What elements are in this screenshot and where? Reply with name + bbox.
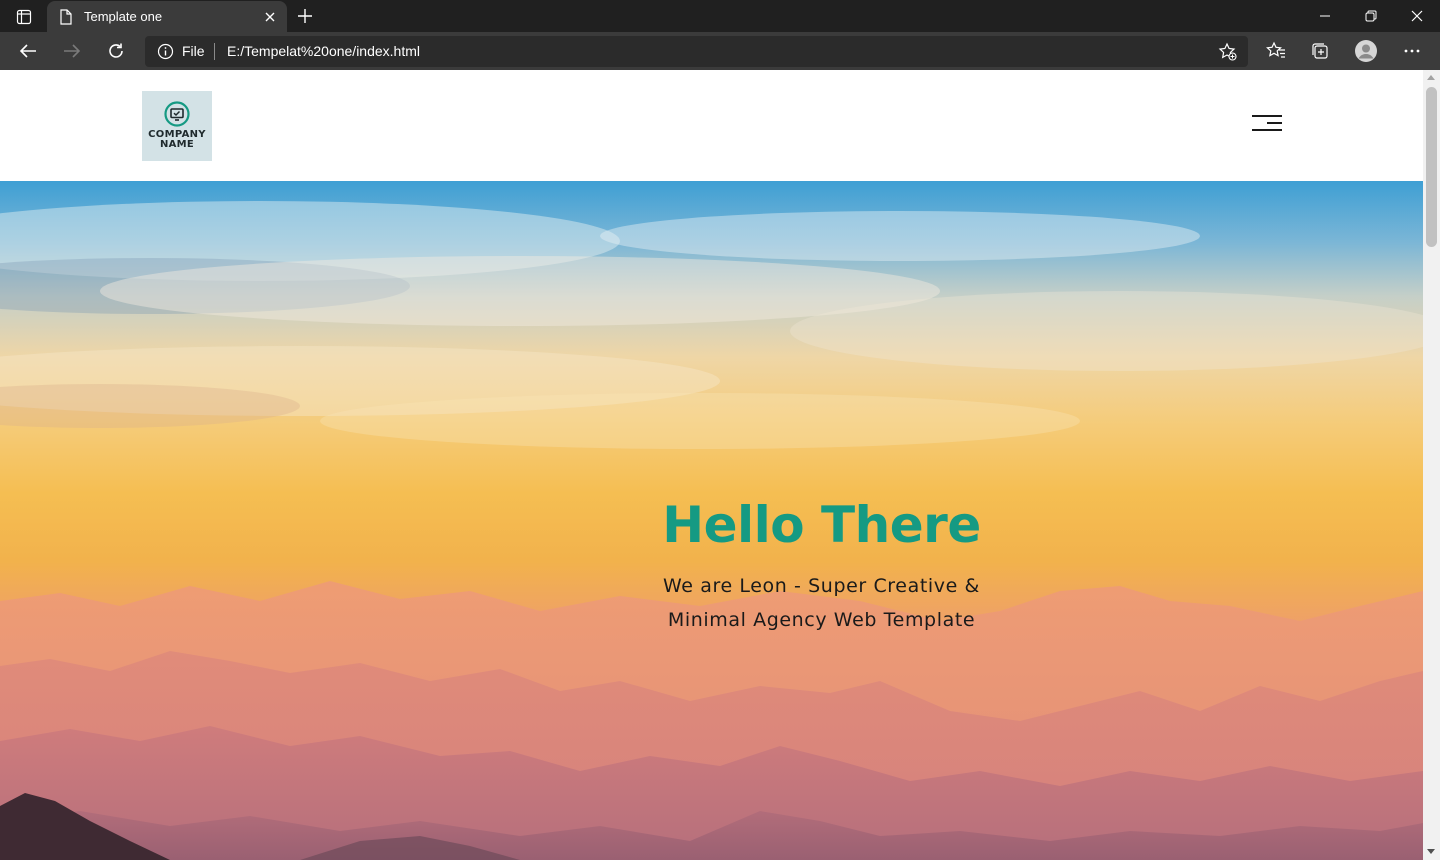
logo-text: COMPANY NAME: [142, 130, 212, 150]
document-icon: [59, 9, 73, 28]
hero-subtitle-line-1: We are Leon - Super Creative &: [663, 575, 980, 597]
scroll-down-arrow-icon[interactable]: [1427, 849, 1435, 854]
plus-icon[interactable]: [295, 6, 315, 26]
menu-bar-middle: [1267, 122, 1282, 124]
menu-bar-bottom: [1252, 129, 1282, 131]
more-icon[interactable]: [1400, 40, 1424, 62]
browser-tab-bar: Template one: [0, 0, 1440, 32]
refresh-icon[interactable]: [103, 39, 129, 63]
hero-subtitle: We are Leon - Super Creative & Minimal A…: [560, 569, 1083, 637]
logo-line-2: NAME: [159, 139, 195, 150]
hero-section: Hello There We are Leon - Super Creative…: [0, 181, 1423, 860]
tab-actions-icon[interactable]: [10, 6, 38, 28]
forward-arrow-icon[interactable]: [59, 39, 85, 63]
scroll-up-arrow-icon[interactable]: [1427, 75, 1435, 80]
profile-icon[interactable]: [1353, 38, 1379, 64]
close-icon[interactable]: [263, 10, 277, 24]
restore-icon[interactable]: [1348, 0, 1394, 32]
address-scheme-label: File: [182, 43, 205, 59]
hero-title: Hello There: [662, 496, 981, 554]
url-text[interactable]: E:/Tempelat%20one/index.html: [227, 43, 420, 60]
monitor-check-icon: [164, 101, 190, 127]
hamburger-menu-icon[interactable]: [1252, 115, 1282, 133]
add-favorite-icon[interactable]: [1218, 42, 1238, 67]
page-scrollbar[interactable]: [1423, 70, 1440, 860]
favorites-icon[interactable]: [1264, 40, 1288, 62]
close-window-icon[interactable]: [1394, 0, 1440, 32]
address-separator: [214, 43, 215, 60]
tab-title: Template one: [84, 9, 163, 24]
minimize-icon[interactable]: [1302, 0, 1348, 32]
browser-tab[interactable]: Template one: [47, 1, 287, 32]
collections-icon[interactable]: [1308, 40, 1332, 62]
back-arrow-icon[interactable]: [15, 39, 41, 63]
info-icon[interactable]: [157, 43, 174, 65]
page-viewport: COMPANY NAME Hello There We are Leon - S…: [0, 70, 1423, 860]
company-logo[interactable]: COMPANY NAME: [142, 91, 212, 161]
address-bar[interactable]: File E:/Tempelat%20one/index.html: [145, 36, 1248, 67]
hero-subtitle-line-2: Minimal Agency Web Template: [667, 609, 976, 631]
scroll-thumb[interactable]: [1426, 87, 1437, 247]
site-header: COMPANY NAME: [0, 70, 1423, 181]
menu-bar-top: [1252, 115, 1282, 117]
